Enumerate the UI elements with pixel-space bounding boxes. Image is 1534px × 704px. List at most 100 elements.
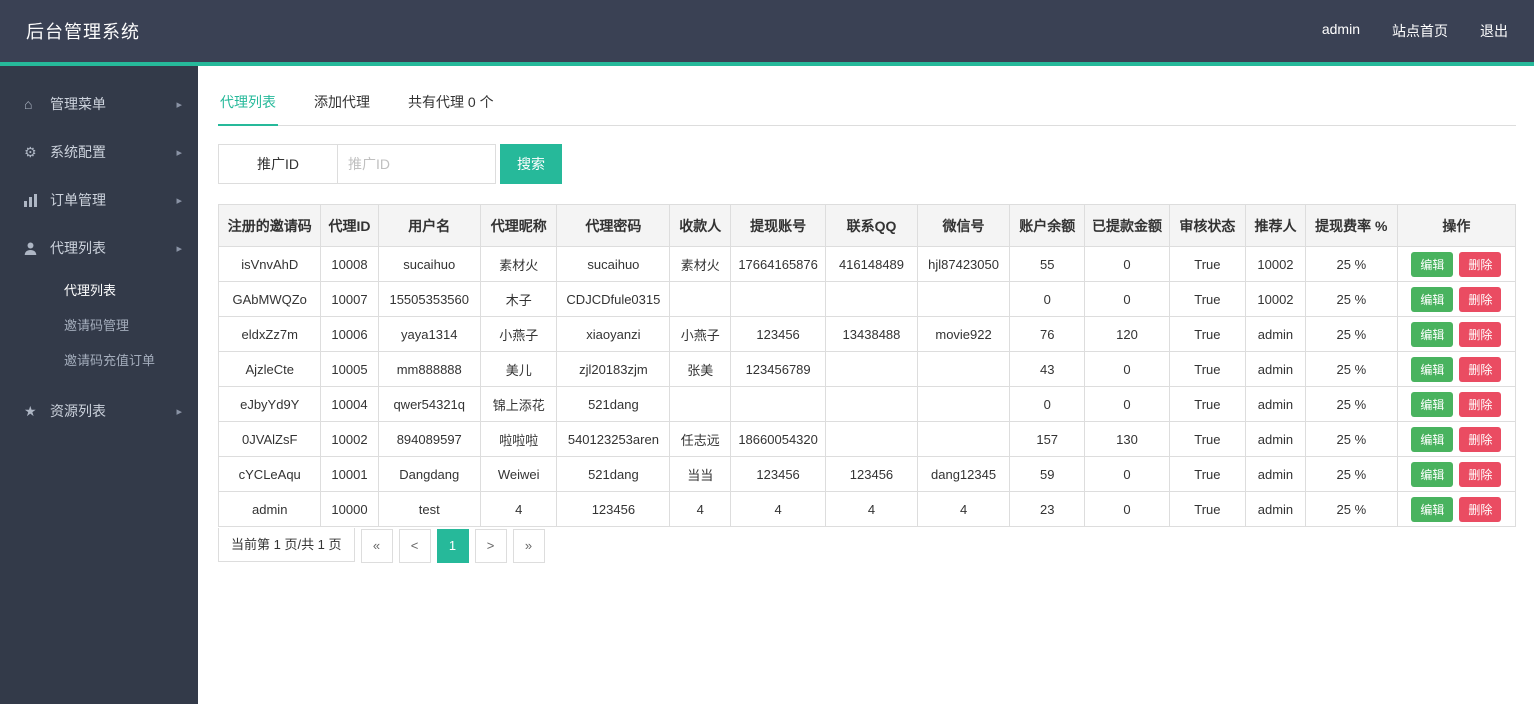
agents-table: 注册的邀请码 代理ID 用户名 代理昵称 代理密码 收款人 提现账号 联系QQ 微信号 账户余额已…	[217, 204, 1517, 527]
delete-button[interactable]: 删除	[1459, 321, 1502, 347]
sidebar-subitem[interactable]: 邀请码充值订单	[0, 342, 198, 377]
edit-button[interactable]: 编辑	[1411, 251, 1454, 277]
search-bar: 推广ID 搜索	[218, 144, 1516, 184]
delete-button[interactable]: 删除	[1459, 356, 1502, 382]
actions-cell: 编辑 删除	[1396, 316, 1517, 352]
delete-button[interactable]: 删除	[1459, 251, 1502, 277]
actions-cell: 编辑 删除	[1396, 421, 1517, 457]
table-cell: 25 %	[1304, 491, 1398, 527]
table-cell: test	[377, 491, 481, 527]
table-cell: 0	[1084, 246, 1170, 282]
sidebar-item-label: 订单管理	[50, 192, 106, 208]
sidebar-item-resource-list[interactable]: ★ 资源列表 ▸	[0, 387, 198, 435]
sidebar-subitem[interactable]: 邀请码管理	[0, 307, 198, 342]
edit-button[interactable]: 编辑	[1411, 321, 1454, 347]
sidebar-item-label: 系统配置	[50, 144, 106, 160]
table-cell: True	[1168, 281, 1247, 317]
table-cell: admin	[1245, 456, 1306, 492]
table-cell: 小燕子	[669, 316, 732, 352]
table-cell: AjzleCte	[217, 351, 322, 387]
table-cell: 123456	[730, 316, 826, 352]
table-cell: admin	[1245, 491, 1306, 527]
delete-button[interactable]: 删除	[1459, 461, 1502, 487]
actions-cell: 编辑 删除	[1396, 281, 1517, 317]
table-row: admin 10000 test 4 123456 4 4 4 4 23 0 True admin 25 …	[217, 491, 1517, 527]
table-cell: 55	[1009, 246, 1086, 282]
table-cell: 25 %	[1304, 456, 1398, 492]
table-cell: 123456	[730, 456, 826, 492]
table-cell: 25 %	[1304, 316, 1398, 352]
table-cell: 10002	[1245, 246, 1306, 282]
page-page-1[interactable]: 1	[436, 529, 469, 563]
table-cell: admin	[1245, 316, 1306, 352]
table-cell: mm888888	[377, 351, 481, 387]
table-cell: 0	[1084, 386, 1170, 422]
edit-button[interactable]: 编辑	[1411, 356, 1454, 382]
nav-logout[interactable]: 退出	[1480, 21, 1508, 41]
edit-button[interactable]: 编辑	[1411, 426, 1454, 452]
table-cell: 59	[1009, 456, 1086, 492]
table-cell: 0	[1084, 351, 1170, 387]
chevron-right-icon: ▸	[176, 98, 182, 111]
sidebar-item-system-config[interactable]: ⚙ 系统配置 ▸	[0, 128, 198, 176]
sidebar-subitem[interactable]: 代理列表	[0, 272, 198, 307]
table-cell: 130	[1084, 421, 1170, 457]
page-first[interactable]: «	[360, 529, 393, 563]
table-cell	[669, 386, 732, 422]
column-header: 操作	[1396, 204, 1517, 247]
table-cell: 120	[1084, 316, 1170, 352]
delete-button[interactable]: 删除	[1459, 496, 1502, 522]
table-cell: 0JVAlZsF	[217, 421, 322, 457]
sidebar-item-admin-menu[interactable]: ⌂ 管理菜单 ▸	[0, 80, 198, 128]
table-cell	[730, 386, 826, 422]
table-row: isVnvAhD 10008 sucaihuo 素材火 sucaihuo 素材火 17664…	[217, 246, 1517, 282]
table-cell: 10004	[320, 386, 379, 422]
table-cell: 25 %	[1304, 281, 1398, 317]
edit-button[interactable]: 编辑	[1411, 496, 1454, 522]
table-cell	[917, 351, 1011, 387]
table-row: eJbyYd9Y 10004 qwer54321q 锦上添花 521dang 0 0 True…	[217, 386, 1517, 422]
edit-button[interactable]: 编辑	[1411, 391, 1454, 417]
table-cell: 10002	[320, 421, 379, 457]
delete-button[interactable]: 删除	[1459, 426, 1502, 452]
table-cell: 18660054320	[730, 421, 826, 457]
column-header: 已提款金额	[1084, 204, 1170, 247]
page-next[interactable]: >	[474, 529, 507, 563]
delete-button[interactable]: 删除	[1459, 286, 1502, 312]
user-icon	[24, 242, 46, 255]
table-cell: 4	[824, 491, 919, 527]
table-cell: True	[1168, 351, 1247, 387]
table-cell: movie922	[917, 316, 1011, 352]
table-cell: 4	[669, 491, 732, 527]
column-header: 代理昵称	[479, 204, 558, 247]
nav-site-home[interactable]: 站点首页	[1392, 21, 1448, 41]
table-cell: Weiwei	[479, 456, 558, 492]
table-cell: 锦上添花	[479, 386, 558, 422]
column-header: 推荐人	[1245, 204, 1306, 247]
nav-admin-user[interactable]: admin	[1322, 21, 1360, 41]
table-cell: 张美	[669, 351, 732, 387]
table-cell: True	[1168, 246, 1247, 282]
table-cell: 啦啦啦	[479, 421, 558, 457]
table-cell: 10001	[320, 456, 379, 492]
search-button[interactable]: 搜索	[500, 144, 562, 184]
table-cell: yaya1314	[377, 316, 481, 352]
sidebar-item-order-management[interactable]: 订单管理 ▸	[0, 176, 198, 224]
table-cell: hjl87423050	[917, 246, 1011, 282]
actions-cell: 编辑 删除	[1396, 351, 1517, 387]
search-input[interactable]	[338, 144, 496, 184]
sidebar-item-label: 管理菜单	[50, 96, 106, 112]
edit-button[interactable]: 编辑	[1411, 286, 1454, 312]
table-cell: 素材火	[669, 246, 732, 282]
table-cell: 4	[917, 491, 1011, 527]
table-cell: 25 %	[1304, 351, 1398, 387]
sidebar-item-agent-list[interactable]: 代理列表 ▸	[0, 224, 198, 272]
edit-button[interactable]: 编辑	[1411, 461, 1454, 487]
table-cell: 10005	[320, 351, 379, 387]
delete-button[interactable]: 删除	[1459, 391, 1502, 417]
table-cell	[669, 281, 732, 317]
tab-add-agent[interactable]: 添加代理	[312, 82, 372, 125]
page-last[interactable]: »	[512, 529, 545, 563]
page-prev[interactable]: <	[398, 529, 431, 563]
tab-agent-list[interactable]: 代理列表	[218, 82, 278, 126]
